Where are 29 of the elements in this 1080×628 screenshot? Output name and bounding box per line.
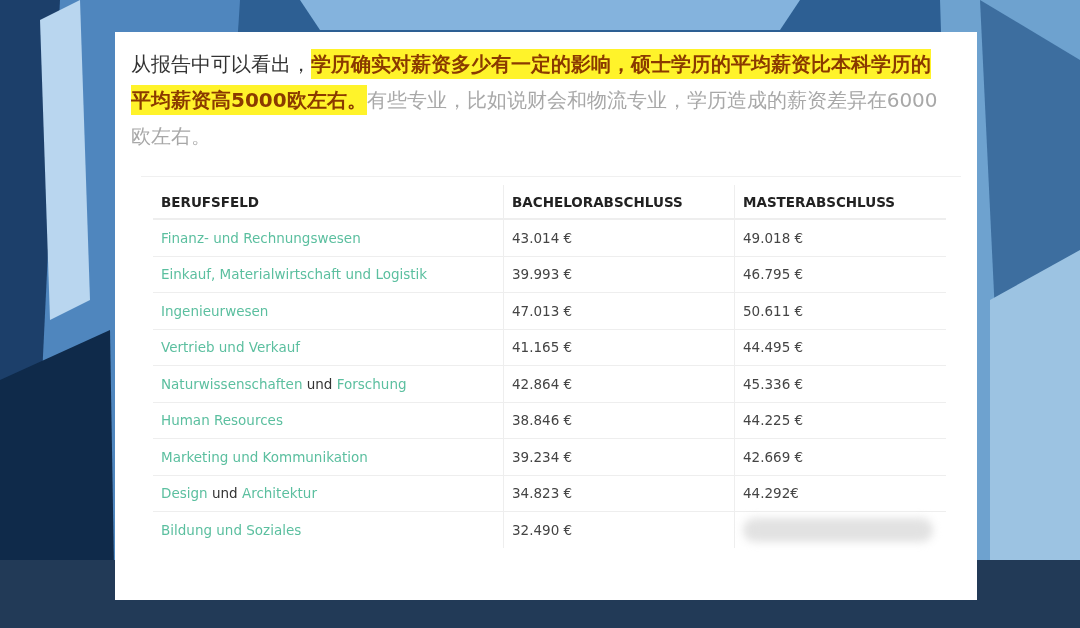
table-cell: 42.864 € [512,375,573,392]
table-cell: 39.234 € [512,448,573,465]
table-cell: Design und Architektur [161,485,317,502]
table-cell: Finanz- und Rechnungswesen [161,229,361,246]
table-cell: 41.165 € [512,339,573,356]
table-cell: 45.336 € [743,375,804,392]
table-cell: 34.823 € [512,485,573,502]
table-cell: Ingenieurwesen [161,302,269,319]
table-cell: Marketing und Kommunikation [161,448,368,465]
table-cell: Human Resources [161,412,283,429]
table-cell: 32.490 € [512,521,573,538]
table-cell: 44.292€ [743,485,799,502]
table-cell: Vertrieb und Verkauf [161,339,300,356]
table-cell: 46.795 € [743,266,804,283]
table-cell: 42.669 € [743,448,804,465]
table-cell: 39.993 € [512,266,573,283]
table-cell: 44.225 € [743,412,804,429]
table-cell: 44.495 € [743,339,804,356]
table-cell: Naturwissenschaften und Forschung [161,375,407,392]
table-cell: Bildung und Soziales [161,521,302,538]
table-cell: 49.018 € [743,229,804,246]
table-cell: 50.611 € [743,302,804,319]
column-header: BERUFSFELD [161,193,260,210]
table-cell: Einkauf, Materialwirtschaft und Logistik [161,266,428,283]
column-header: MASTERABSCHLUSS [743,193,896,210]
table-cell: 38.846 € [512,412,573,429]
table-cell: 47.013 € [512,302,573,319]
table-cell: 43.014 € [512,229,573,246]
column-header: BACHELORABSCHLUSS [512,193,683,210]
